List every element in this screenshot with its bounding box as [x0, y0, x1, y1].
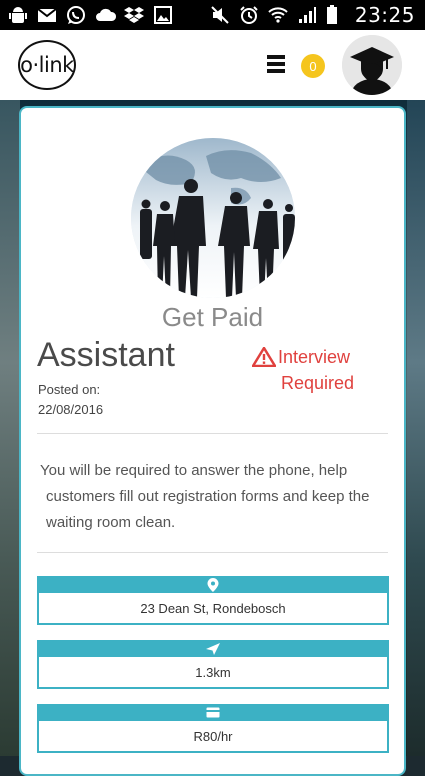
dropbox-icon [124, 5, 144, 25]
background-right-strip [407, 100, 425, 756]
description-line-2: customers fill out registration forms an… [46, 488, 370, 505]
rate-block: R80/hr [37, 704, 389, 753]
location-value: 23 Dean St, Rondebosch [37, 593, 389, 625]
description-line-1: You will be required to answer the phone… [40, 462, 348, 479]
description-line-3: waiting room clean. [46, 514, 176, 531]
job-title: Assistant [37, 336, 175, 374]
cloud-icon [95, 5, 117, 25]
system-icons: 23:25 [210, 3, 415, 27]
wifi-icon [268, 5, 288, 25]
notification-badge[interactable]: 0 [301, 54, 325, 78]
navigation-icon [206, 642, 220, 655]
distance-header [37, 640, 389, 657]
app-logo[interactable]: o·link [18, 40, 76, 90]
rate-header [37, 704, 389, 721]
avatar[interactable] [342, 35, 402, 95]
background-left-strip [0, 100, 20, 756]
gmail-icon [37, 5, 57, 25]
divider [37, 433, 388, 434]
location-header [37, 576, 389, 593]
logo-text: o·link [20, 52, 74, 77]
job-description: You will be required to answer the phone… [40, 458, 390, 536]
job-category: Get Paid [161, 302, 264, 332]
graduate-user-icon [342, 35, 402, 95]
map-pin-icon [207, 577, 219, 592]
rate-value: R80/hr [37, 721, 389, 753]
whatsapp-icon [66, 5, 86, 25]
status-bar: 23:25 [0, 0, 425, 30]
battery-icon [326, 5, 346, 25]
location-block: 23 Dean St, Rondebosch [37, 576, 389, 625]
job-image [131, 138, 295, 298]
android-debug-icon [8, 5, 28, 25]
credit-card-icon [206, 707, 220, 718]
distance-block: 1.3km [37, 640, 389, 689]
notification-icons [8, 5, 173, 25]
signal-icon [297, 5, 317, 25]
warning-line-1: Interview [278, 347, 351, 367]
mute-icon [210, 5, 230, 25]
warning-line-2: Required [281, 373, 355, 393]
divider [37, 552, 388, 553]
gallery-icon [153, 5, 173, 25]
app-header: o·link 0 [0, 30, 425, 102]
alarm-icon [239, 5, 259, 25]
posted-date: 22/08/2016 [38, 402, 104, 417]
warning-icon [252, 347, 276, 367]
interview-warning: Interview Required [252, 344, 362, 396]
posted-label: Posted on: [38, 382, 101, 397]
menu-icon[interactable] [267, 55, 285, 73]
distance-value: 1.3km [37, 657, 389, 689]
clock: 23:25 [354, 3, 415, 27]
